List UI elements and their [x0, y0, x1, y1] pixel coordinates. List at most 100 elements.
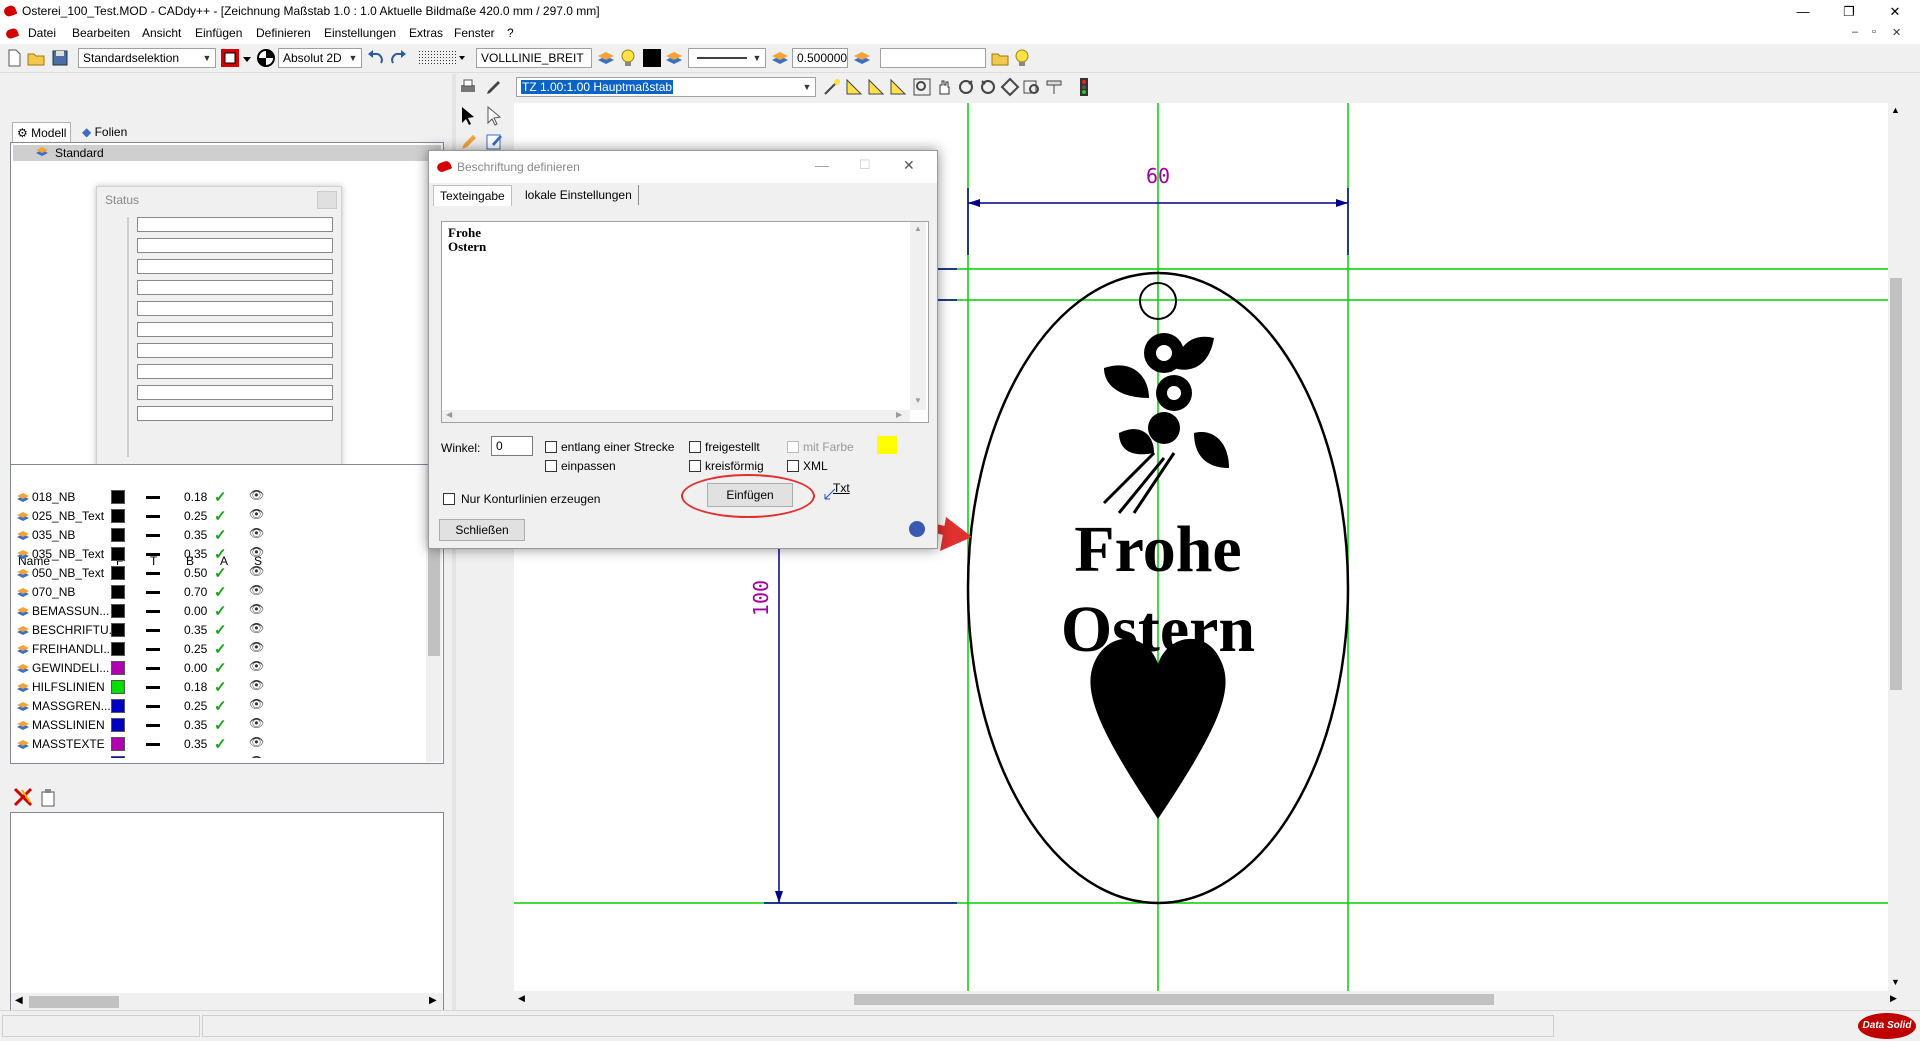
minimize-button[interactable]: — — [1780, 0, 1826, 24]
layer-row[interactable]: 035_NB_Text 0.35 ✓ 👁 — [14, 545, 434, 564]
zoom-out-icon[interactable] — [978, 77, 998, 97]
layer-width[interactable]: 0.00 — [184, 661, 207, 675]
active-check-icon[interactable]: ✓ — [214, 735, 227, 753]
redraw-icon[interactable] — [1044, 77, 1064, 97]
maximize-button[interactable]: ❐ — [1826, 0, 1872, 24]
layer-width[interactable]: 0.35 — [184, 756, 207, 758]
scroll-right-icon[interactable]: ▶ — [429, 995, 437, 1006]
layer-linetype[interactable] — [146, 648, 160, 651]
layer-width[interactable]: 0.25 — [184, 642, 207, 656]
mdi-close-button[interactable]: ✕ — [1892, 26, 1901, 39]
layer-row[interactable]: 050_NB_Text 0.50 ✓ 👁 — [14, 564, 434, 583]
active-check-icon[interactable]: ✓ — [214, 488, 227, 506]
angle-input[interactable]: 0 — [491, 436, 533, 456]
print-icon[interactable] — [458, 77, 478, 97]
layer-linetype[interactable] — [146, 553, 160, 556]
active-check-icon[interactable]: ✓ — [214, 507, 227, 525]
visible-eye-icon[interactable]: 👁 — [249, 526, 264, 540]
layer-width[interactable]: 0.35 — [184, 528, 207, 542]
visible-eye-icon[interactable]: 👁 — [249, 640, 264, 654]
layer-color-swatch[interactable] — [111, 566, 125, 580]
layer-color-swatch[interactable] — [111, 661, 125, 675]
layer-color-swatch[interactable] — [111, 547, 125, 561]
layer-stack-icon[interactable] — [852, 48, 872, 68]
zoom-previous-icon[interactable] — [1022, 77, 1042, 97]
layer-width[interactable]: 0.25 — [184, 699, 207, 713]
active-check-icon[interactable]: ✓ — [214, 754, 227, 758]
layer-row[interactable]: MASSLINIEN 0.35 ✓ 👁 — [14, 716, 434, 735]
dialog-minimize-icon[interactable]: — — [815, 157, 829, 173]
triangle-icon[interactable] — [844, 77, 864, 97]
layer-width[interactable]: 0.18 — [184, 680, 207, 694]
layer-row[interactable]: BEMASSUN... 0.00 ✓ 👁 — [14, 602, 434, 621]
circular-checkbox[interactable] — [689, 460, 701, 472]
layer-width[interactable]: 0.35 — [184, 718, 207, 732]
pencil-orange-icon[interactable] — [458, 131, 478, 151]
xml-checkbox[interactable] — [787, 460, 799, 472]
redo-icon[interactable] — [388, 48, 408, 68]
visible-eye-icon[interactable]: 👁 — [249, 488, 264, 502]
active-check-icon[interactable]: ✓ — [214, 716, 227, 734]
active-check-icon[interactable]: ✓ — [214, 621, 227, 639]
zoom-fit-icon[interactable] — [1000, 77, 1020, 97]
tab-lokale-einstellungen[interactable]: lokale Einstellungen — [519, 185, 639, 205]
contour-only-checkbox[interactable] — [443, 493, 455, 505]
zoom-in-icon[interactable] — [956, 77, 976, 97]
canvas-hscrollbar[interactable]: ◀ ▶ — [514, 991, 1904, 1008]
layer-row[interactable]: MASSTEXTE 0.35 ✓ 👁 — [14, 735, 434, 754]
layer-row[interactable]: GEWINDELI... 0.00 ✓ 👁 — [14, 659, 434, 678]
layer-color-swatch[interactable] — [111, 490, 125, 504]
layer-linetype[interactable] — [146, 724, 160, 727]
layer-row[interactable]: MITTELLINIEN 0.35 ✓ 👁 — [14, 754, 434, 758]
linetype-select[interactable]: VOLLLINIE_BREIT — [476, 48, 592, 68]
dialog-close-icon[interactable]: ✕ — [903, 157, 915, 174]
scroll-left-icon[interactable]: ◀ — [518, 993, 525, 1004]
scrollbar-thumb[interactable] — [854, 994, 1494, 1005]
tab-folien[interactable]: ◆ Folien — [78, 122, 131, 142]
menu-definieren[interactable]: Definieren — [254, 26, 313, 40]
fit-checkbox[interactable] — [545, 460, 557, 472]
canvas-vscrollbar[interactable]: ▲ ▼ — [1888, 103, 1904, 991]
layer-width[interactable]: 0.00 — [184, 604, 207, 618]
color-black-swatch-icon[interactable] — [642, 48, 662, 68]
visible-eye-icon[interactable]: 👁 — [249, 697, 264, 711]
layer-width[interactable]: 0.50 — [184, 566, 207, 580]
visible-eye-icon[interactable]: 👁 — [249, 659, 264, 673]
exposed-checkbox[interactable] — [689, 441, 701, 453]
layer-color-swatch[interactable] — [111, 680, 125, 694]
scale-select[interactable]: TZ 1.00:1.00 Hauptmaßstab ▼ — [516, 77, 816, 97]
paste-icon[interactable] — [38, 786, 58, 807]
active-check-icon[interactable]: ✓ — [214, 564, 227, 582]
linewidth-field[interactable]: 0.500000 — [792, 48, 848, 68]
layer-width[interactable]: 0.35 — [184, 737, 207, 751]
scroll-left-icon[interactable]: ◀ — [446, 410, 452, 419]
triangle-icon[interactable] — [888, 77, 908, 97]
layer-linetype[interactable] — [146, 591, 160, 594]
help-icon[interactable] — [909, 521, 925, 537]
pan-hand-icon[interactable] — [934, 77, 954, 97]
layer-row[interactable]: 025_NB_Text 0.25 ✓ 👁 — [14, 507, 434, 526]
text-vscrollbar[interactable]: ▲ ▼ — [910, 222, 926, 410]
scroll-up-icon[interactable]: ▲ — [914, 224, 922, 233]
close-dialog-button[interactable]: Schließen — [439, 519, 525, 541]
select-arrow-icon[interactable] — [458, 105, 478, 125]
layer-stack-icon[interactable] — [596, 48, 616, 68]
undo-icon[interactable] — [366, 48, 386, 68]
active-check-icon[interactable]: ✓ — [214, 545, 227, 563]
edit-blue-icon[interactable] — [484, 131, 504, 151]
scroll-down-icon[interactable]: ▼ — [1891, 977, 1900, 987]
active-check-icon[interactable]: ✓ — [214, 602, 227, 620]
scroll-up-icon[interactable]: ▲ — [1891, 105, 1900, 115]
layer-linetype[interactable] — [146, 667, 160, 670]
new-file-icon[interactable] — [4, 48, 24, 68]
scroll-down-icon[interactable]: ▼ — [914, 396, 922, 405]
selection-mode-select[interactable]: Standardselektion ▼ — [78, 48, 216, 68]
coordinate-mode-select[interactable]: Absolut 2D ▼ — [278, 48, 362, 68]
tree-row-standard[interactable]: Standard — [13, 145, 441, 161]
extra-value-field[interactable] — [880, 48, 986, 68]
visible-eye-icon[interactable]: 👁 — [249, 621, 264, 635]
layer-row[interactable]: 018_NB 0.18 ✓ 👁 — [14, 488, 434, 507]
linestyle-select[interactable]: ▼ — [688, 48, 766, 68]
select-arrow-outline-icon[interactable] — [484, 105, 504, 126]
layer-color-swatch[interactable] — [111, 509, 125, 523]
